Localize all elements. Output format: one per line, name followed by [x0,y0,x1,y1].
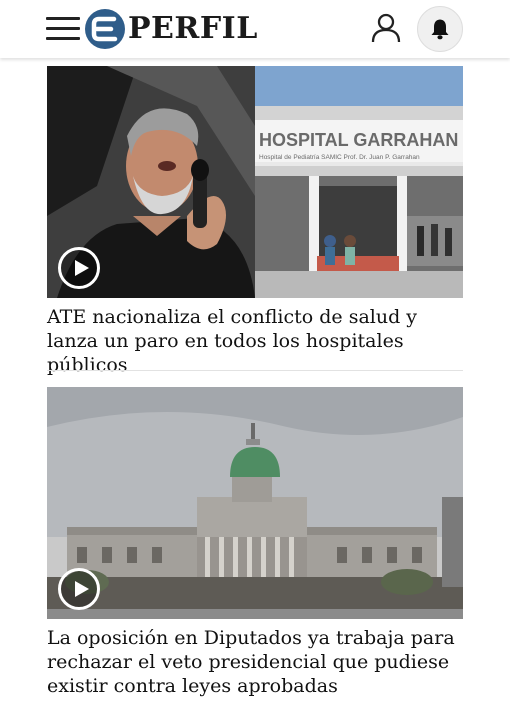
article-photo: HOSPITAL GARRAHAN Hospital de Pediatría … [47,66,463,298]
article-headline[interactable]: La oposición en Diputados ya trabaja par… [47,626,463,698]
user-icon [371,13,401,43]
news-article[interactable]: La oposición en Diputados ya trabaja par… [47,387,463,698]
site-header: PERFIL [0,0,510,58]
notifications-button[interactable] [417,6,463,52]
article-image[interactable] [47,387,463,619]
logo-text: PERFIL [128,11,258,46]
play-video-button[interactable] [58,247,100,289]
perfil-logo-icon [85,9,125,49]
hamburger-menu-icon [46,17,80,20]
play-video-button[interactable] [58,568,100,610]
user-account-button[interactable] [370,12,402,44]
hamburger-menu-button[interactable] [46,16,80,42]
article-image[interactable]: HOSPITAL GARRAHAN Hospital de Pediatría … [47,66,463,298]
site-logo[interactable]: PERFIL [84,7,258,51]
article-divider [47,370,463,371]
article-headline[interactable]: ATE nacionaliza el conflicto de salud y … [47,305,463,377]
hospital-sign-subtext: Hospital de Pediatría SAMIC Prof. Dr. Ju… [259,154,420,161]
bell-icon [431,19,449,40]
article-photo [47,387,463,619]
hospital-sign-text: HOSPITAL GARRAHAN [259,130,458,150]
news-article[interactable]: HOSPITAL GARRAHAN Hospital de Pediatría … [47,66,463,377]
